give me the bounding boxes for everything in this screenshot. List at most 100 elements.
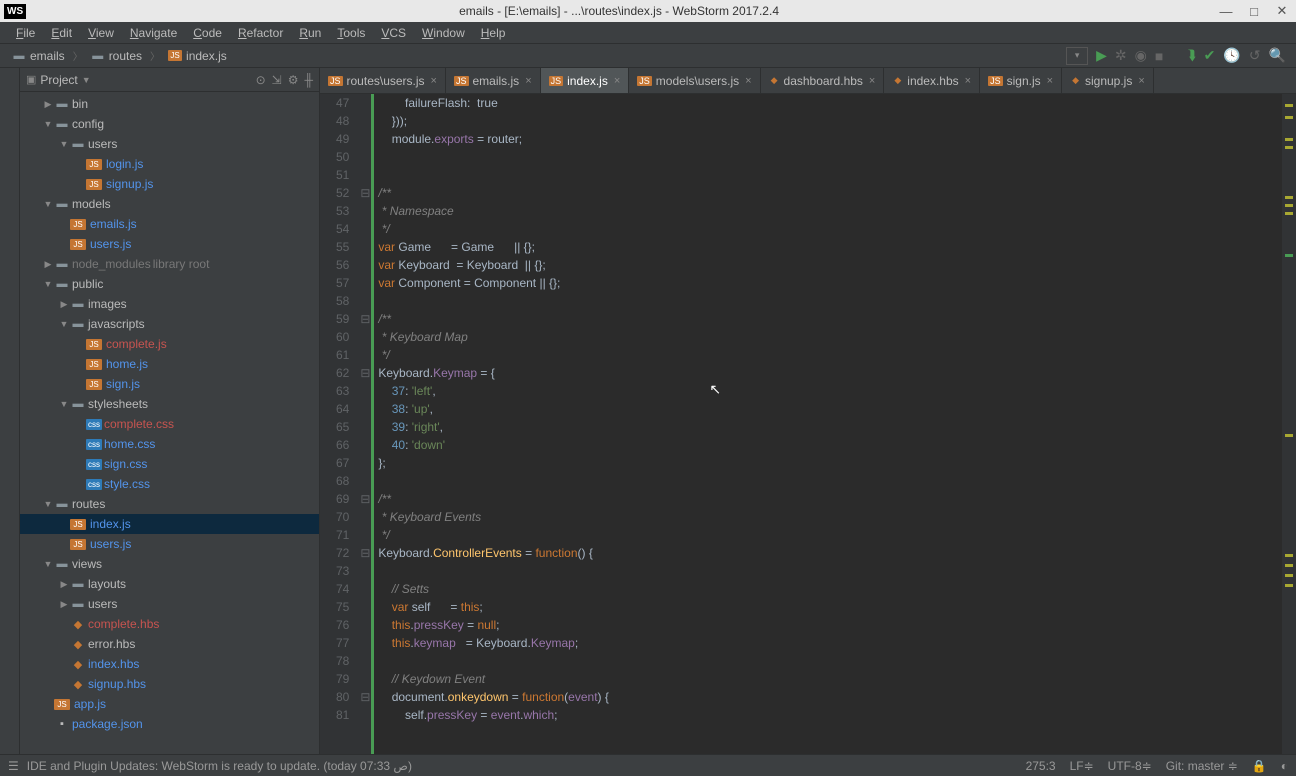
tree-item-index-hbs[interactable]: ◆index.hbs [20,654,319,674]
close-tab-icon[interactable]: × [1047,75,1053,87]
minimize-button[interactable]: — [1212,0,1240,22]
maximize-button[interactable]: □ [1240,0,1268,22]
readonly-lock-icon[interactable]: 🔒 [1252,759,1267,773]
tab-signup-js[interactable]: ◆signup.js× [1062,68,1154,93]
tab-index-hbs[interactable]: ◆index.hbs× [884,68,980,93]
left-gutter-strip[interactable] [0,68,20,754]
vcs-update-icon[interactable]: ⮯ [1187,47,1195,64]
debug-icon[interactable]: ✲ [1115,47,1127,64]
close-tab-icon[interactable]: × [869,75,875,87]
vcs-commit-icon[interactable]: ✔ [1204,47,1216,64]
menu-navigate[interactable]: Navigate [122,24,185,42]
menu-code[interactable]: Code [185,24,230,42]
folder-icon: ▬ [70,138,86,150]
tree-item-sign-css[interactable]: csssign.css [20,454,319,474]
tree-item-stylesheets[interactable]: ▼▬stylesheets [20,394,319,414]
tree-item-images[interactable]: ▶▬images [20,294,319,314]
tree-item-users-js[interactable]: JSusers.js [20,234,319,254]
tree-item-sign-js[interactable]: JSsign.js [20,374,319,394]
vcs-history-icon[interactable]: 🕓 [1223,47,1240,64]
close-tab-icon[interactable]: × [431,75,437,87]
tree-item-app-js[interactable]: JSapp.js [20,694,319,714]
tree-item-bin[interactable]: ▶▬bin [20,94,319,114]
menu-edit[interactable]: Edit [43,24,80,42]
run-config-dropdown[interactable]: ▾ [1066,47,1088,65]
tree-item-home-js[interactable]: JShome.js [20,354,319,374]
tree-item-package-json[interactable]: ▪package.json [20,714,319,734]
js-icon: JS [86,359,102,370]
tree-item-models[interactable]: ▼▬models [20,194,319,214]
tree-item-users[interactable]: ▶▬users [20,594,319,614]
close-tab-icon[interactable]: × [965,75,971,87]
folder-icon: ▬ [12,50,26,62]
tree-item-login-js[interactable]: JSlogin.js [20,154,319,174]
hide-icon[interactable]: ╫ [304,73,313,87]
tree-item-views[interactable]: ▼▬views [20,554,319,574]
folder-icon: ▬ [70,598,86,610]
menu-vcs[interactable]: VCS [373,24,414,42]
tree-item-complete-hbs[interactable]: ◆complete.hbs [20,614,319,634]
window-title: emails - [E:\emails] - ...\routes\index.… [26,4,1212,18]
tree-item-layouts[interactable]: ▶▬layouts [20,574,319,594]
project-panel-header[interactable]: ▣ Project ▼ ⊙ ⇲ ⚙ ╫ [20,68,319,92]
tree-item-users-js[interactable]: JSusers.js [20,534,319,554]
folder-icon: ▬ [54,118,70,130]
tree-item-signup-hbs[interactable]: ◆signup.hbs [20,674,319,694]
fold-strip[interactable]: ⊟⊟⊟⊟⊟⊟ [359,94,371,754]
tree-item-error-hbs[interactable]: ◆error.hbs [20,634,319,654]
tab-emails-js[interactable]: JSemails.js× [446,68,541,93]
tree-item-javascripts[interactable]: ▼▬javascripts [20,314,319,334]
close-tab-icon[interactable]: × [525,75,531,87]
menu-help[interactable]: Help [473,24,514,42]
status-menu-icon[interactable]: ☰ [8,759,19,773]
menu-run[interactable]: Run [291,24,329,42]
breadcrumb-routes[interactable]: ▬routes [85,49,148,63]
coverage-icon[interactable]: ◉ [1135,47,1147,64]
tree-item-complete-css[interactable]: csscomplete.css [20,414,319,434]
menu-window[interactable]: Window [414,24,473,42]
tree-item-users[interactable]: ▼▬users [20,134,319,154]
menu-file[interactable]: File [8,24,43,42]
stop-icon[interactable]: ■ [1155,48,1163,64]
close-tab-icon[interactable]: × [1138,75,1144,87]
line-separator[interactable]: LF≑ [1070,759,1094,773]
tree-item-signup-js[interactable]: JSsignup.js [20,174,319,194]
tree-item-complete-js[interactable]: JScomplete.js [20,334,319,354]
git-branch[interactable]: Git: master ≑ [1166,759,1238,773]
close-tab-icon[interactable]: × [745,75,751,87]
chevron-down-icon[interactable]: ▼ [82,75,91,85]
tree-item-node_modules[interactable]: ▶▬node_modules library root [20,254,319,274]
search-icon[interactable]: 🔍 [1269,47,1286,64]
css-icon: css [86,459,102,470]
tab-index-js[interactable]: JSindex.js× [541,68,630,93]
code-content[interactable]: ↖ failureFlash: true })); module.exports… [371,94,1282,754]
tab-routes-users-js[interactable]: JSroutes\users.js× [320,68,446,93]
code-editor[interactable]: 4748495051525354555657585960616263646566… [320,94,1282,754]
tree-item-emails-js[interactable]: JSemails.js [20,214,319,234]
tab-sign-js[interactable]: JSsign.js× [980,68,1062,93]
vcs-revert-icon[interactable]: ↺ [1249,47,1261,64]
tree-item-index-js[interactable]: JSindex.js [20,514,319,534]
tree-item-public[interactable]: ▼▬public [20,274,319,294]
breadcrumb-index-js[interactable]: JSindex.js [162,49,233,63]
tree-item-home-css[interactable]: csshome.css [20,434,319,454]
close-button[interactable]: ✕ [1268,0,1296,22]
breadcrumb-emails[interactable]: ▬emails [6,49,71,63]
project-tree[interactable]: ▶▬bin▼▬config▼▬usersJSlogin.jsJSsignup.j… [20,92,319,754]
collapse-icon[interactable]: ⇲ [272,73,282,87]
tree-item-style-css[interactable]: cssstyle.css [20,474,319,494]
close-tab-icon[interactable]: × [614,75,620,87]
locate-icon[interactable]: ⊙ [256,73,266,87]
menu-refactor[interactable]: Refactor [230,24,291,42]
inspector-icon[interactable]: ◐ [1281,759,1288,773]
tree-item-routes[interactable]: ▼▬routes [20,494,319,514]
tab-models-users-js[interactable]: JSmodels\users.js× [629,68,760,93]
menu-tools[interactable]: Tools [329,24,373,42]
run-icon[interactable]: ▶ [1096,47,1107,64]
settings-icon[interactable]: ⚙ [288,73,299,87]
tree-item-config[interactable]: ▼▬config [20,114,319,134]
file-encoding[interactable]: UTF-8≑ [1108,759,1152,773]
error-stripe[interactable] [1282,94,1296,754]
tab-dashboard-hbs[interactable]: ◆dashboard.hbs× [761,68,885,93]
menu-view[interactable]: View [80,24,122,42]
